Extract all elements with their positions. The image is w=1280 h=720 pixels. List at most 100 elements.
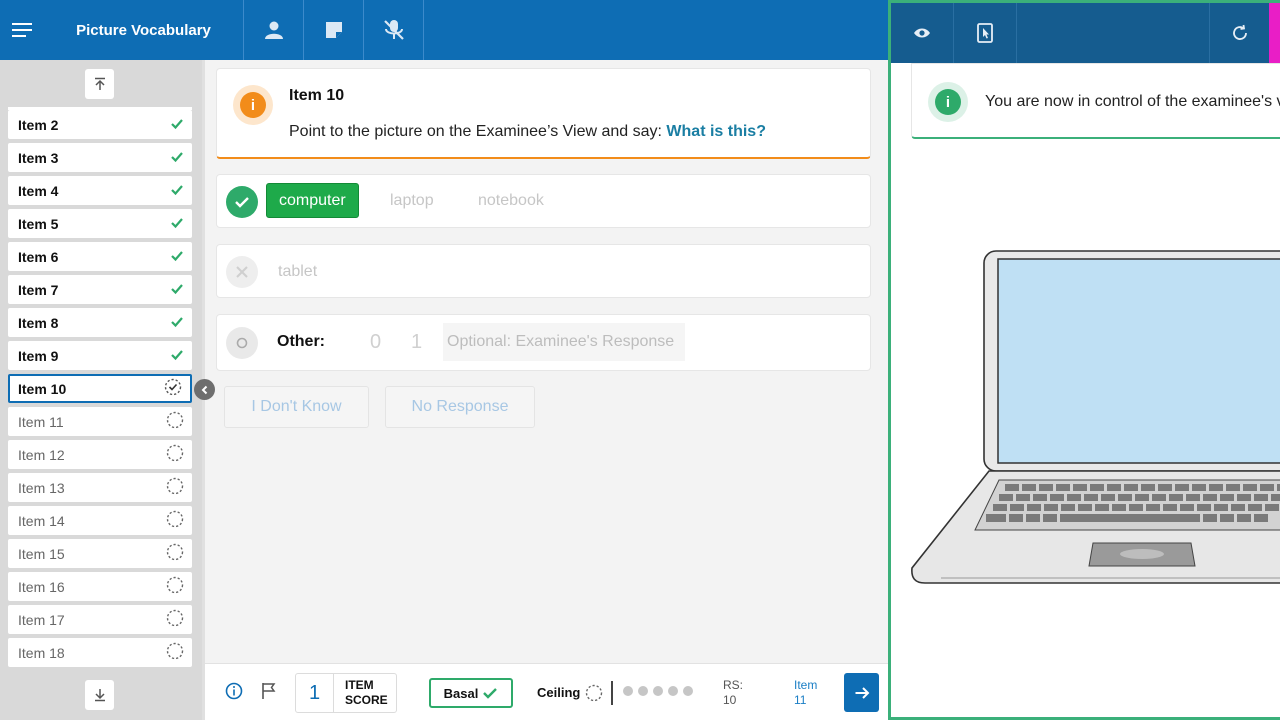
control-notice-text: You are now in control of the examinee's…: [985, 93, 1280, 110]
pending-icon: [166, 543, 184, 564]
control-notice: i You are now in control of the examinee…: [911, 63, 1280, 139]
score-0-button[interactable]: 0: [370, 331, 381, 354]
notes-button[interactable]: [304, 0, 364, 60]
check-icon: [170, 117, 184, 133]
check-icon: [170, 249, 184, 265]
sidebar-item[interactable]: Item 12: [8, 440, 192, 469]
item-title: Item 10: [289, 87, 345, 104]
main-content: i Item 10 Point to the picture on the Ex…: [205, 60, 888, 663]
examinee-view-panel: i You are now in control of the examinee…: [888, 0, 1280, 720]
info-icon: i: [233, 85, 273, 125]
progress-dot: [683, 686, 693, 696]
sidebar-item[interactable]: Item 7: [8, 275, 192, 304]
pending-icon: [166, 609, 184, 630]
sidebar-item-label: Item 7: [18, 281, 59, 298]
instruction-body: Point to the picture on the Examinee’s V…: [289, 123, 667, 140]
sidebar-item[interactable]: Item 4: [8, 176, 192, 205]
response-chip-laptop[interactable]: laptop: [390, 183, 434, 218]
sidebar-item[interactable]: Item 8: [8, 308, 192, 337]
collapse-sidebar-button[interactable]: [194, 379, 215, 400]
arrow-to-top-icon: [94, 77, 105, 90]
sidebar-item[interactable]: Item 9: [8, 341, 192, 370]
other-status[interactable]: [226, 327, 258, 359]
chevron-left-icon: [201, 385, 207, 394]
separator: [611, 681, 613, 705]
scroll-top-button[interactable]: [85, 69, 114, 99]
pending-icon: [166, 510, 184, 531]
x-icon: [236, 266, 248, 278]
info-icon: i: [928, 82, 968, 122]
raw-score-value: 10: [723, 693, 737, 707]
ceiling-progress-dots: [623, 686, 693, 696]
preview-button[interactable]: [891, 3, 954, 63]
sidebar-item-label: Item 11: [18, 413, 64, 430]
item-sidebar: Item 2 Item 3 Item 4 Item 5 Item 6 Item 7 Item…: [0, 60, 202, 720]
sidebar-item[interactable]: Item 18: [8, 638, 192, 667]
dont-know-button[interactable]: I Don't Know: [224, 386, 369, 428]
progress-dot: [623, 686, 633, 696]
correct-status[interactable]: [226, 186, 258, 218]
raw-score-label: RS:: [723, 678, 744, 692]
arrow-right-icon: [855, 686, 869, 699]
sidebar-item-label: Item 10: [18, 380, 67, 397]
pending-icon: [166, 576, 184, 597]
check-icon: [170, 315, 184, 331]
score-1-button[interactable]: 1: [411, 331, 422, 354]
stimulus-image-laptop: [911, 248, 1280, 593]
sidebar-item-label: Item 12: [18, 446, 65, 463]
item-list: Item 2 Item 3 Item 4 Item 5 Item 6 Item 7 Item…: [8, 107, 192, 675]
eye-icon: [914, 28, 930, 38]
info-button[interactable]: [225, 682, 243, 705]
progress-dot: [668, 686, 678, 696]
scroll-bottom-button[interactable]: [85, 680, 114, 710]
sidebar-item-label: Item 4: [18, 182, 59, 199]
pending-icon: [166, 642, 184, 663]
sidebar-item[interactable]: Item 17: [8, 605, 192, 634]
progress-dot: [638, 686, 648, 696]
response-chip-tablet[interactable]: tablet: [278, 254, 317, 289]
check-icon: [170, 282, 184, 298]
next-item-number: 11: [794, 693, 807, 707]
sidebar-item[interactable]: Item 6: [8, 242, 192, 271]
response-chip-notebook[interactable]: notebook: [478, 183, 544, 218]
sidebar-item[interactable]: Item 16: [8, 572, 192, 601]
next-item-button[interactable]: [844, 673, 879, 712]
top-bar: Picture Vocabulary: [0, 0, 888, 60]
sidebar-item[interactable]: Item 13: [8, 473, 192, 502]
sidebar-item-label: Item 6: [18, 248, 59, 265]
arrow-to-bottom-icon: [94, 689, 105, 702]
info-circle-icon: [225, 682, 243, 700]
tablet-pointer-icon: [977, 23, 993, 43]
examinee-response-input[interactable]: [443, 323, 685, 361]
sidebar-item[interactable]: Item 5: [8, 209, 192, 238]
sidebar-item-label: Item 8: [18, 314, 59, 331]
response-chip-computer[interactable]: computer: [266, 183, 359, 218]
ceiling-label: Ceiling: [537, 685, 581, 700]
sidebar-item-label: Item 13: [18, 479, 65, 496]
examinee-info-button[interactable]: [244, 0, 304, 60]
control-view-button[interactable]: [954, 3, 1017, 63]
sidebar-item[interactable]: Item 3: [8, 143, 192, 172]
instruction-prompt: What is this?: [666, 123, 766, 140]
sidebar-item-label: Item 3: [18, 149, 59, 166]
incorrect-status[interactable]: [226, 256, 258, 288]
raw-score: RS: 10: [723, 678, 743, 708]
flag-button[interactable]: [261, 682, 277, 705]
no-response-button[interactable]: No Response: [385, 386, 535, 428]
sidebar-item[interactable]: Item 14: [8, 506, 192, 535]
instruction-text: Point to the picture on the Examinee’s V…: [289, 123, 766, 141]
flag-icon: [262, 683, 276, 699]
bottom-bar: 1 ITEM SCORE Basal Ceiling RS: 10 Item 1…: [205, 663, 888, 720]
menu-button[interactable]: [0, 0, 44, 60]
check-icon: [483, 688, 498, 699]
menu-icon: [12, 23, 32, 37]
person-icon: [264, 21, 283, 39]
other-label: Other:: [277, 333, 325, 350]
mute-button[interactable]: [364, 0, 424, 60]
sidebar-item[interactable]: Item 2: [8, 110, 192, 139]
sidebar-item[interactable]: Item 11: [8, 407, 192, 436]
refresh-button[interactable]: [1209, 3, 1269, 63]
sidebar-item[interactable]: Item 10: [8, 374, 192, 403]
sidebar-item[interactable]: Item 15: [8, 539, 192, 568]
sidebar-item-label: Item 18: [18, 644, 65, 661]
